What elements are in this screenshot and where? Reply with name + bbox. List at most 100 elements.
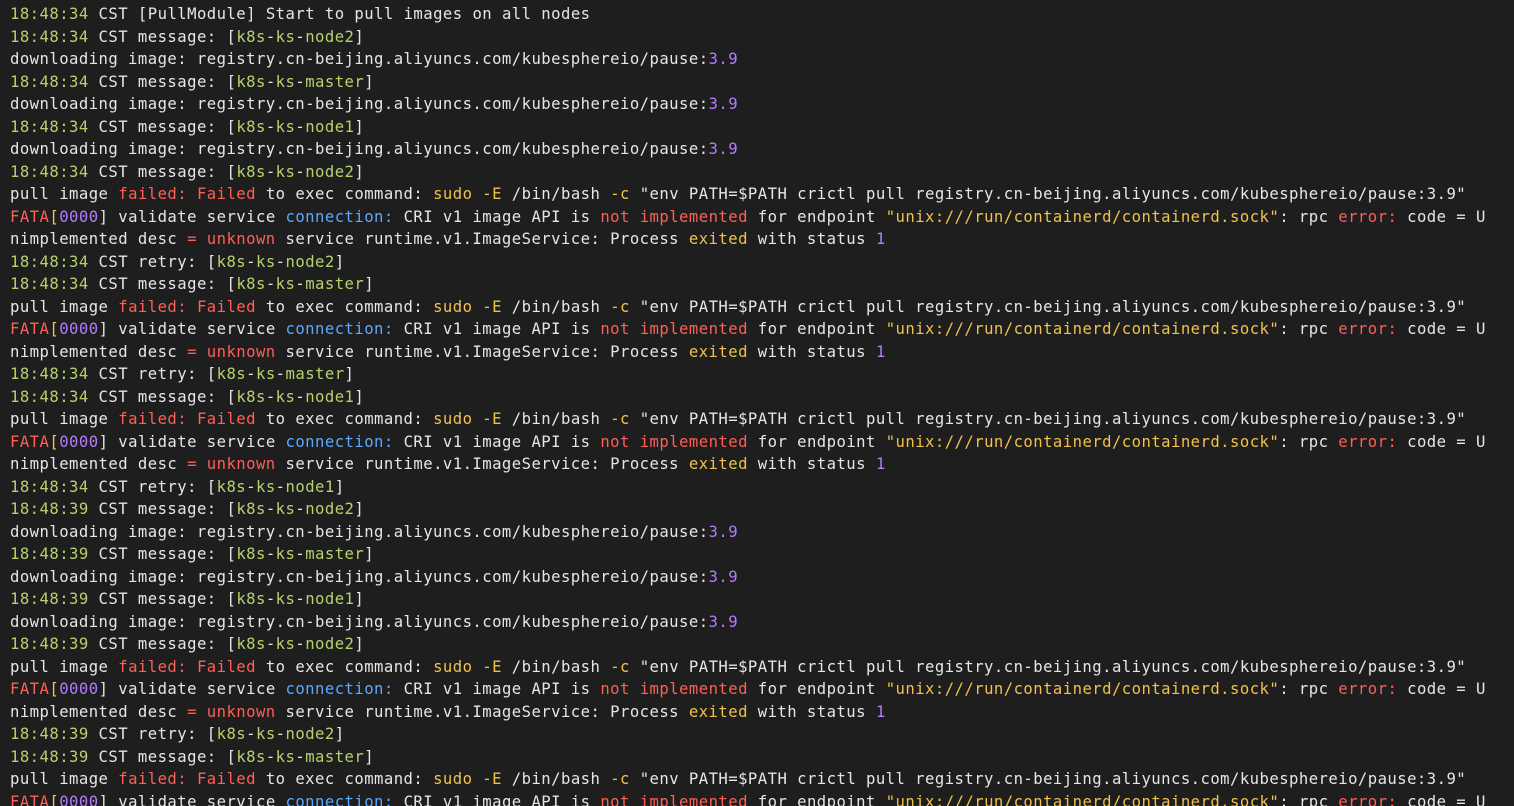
terminal-line: 18:48:34 CST retry: [k8s-ks-master] <box>10 363 1486 386</box>
terminal-text-segment: ks <box>275 275 296 293</box>
terminal-text-segment: pull image <box>10 770 119 788</box>
terminal-text-segment: ] <box>98 320 109 338</box>
terminal-text-segment: - <box>295 117 306 136</box>
terminal-text-segment: 18:48:34 <box>10 162 89 181</box>
terminal-text-segment: - <box>265 275 276 293</box>
terminal-line: nimplemented desc = unknown service runt… <box>10 453 1486 476</box>
terminal-text-segment: - <box>295 500 306 518</box>
terminal-text-segment: FATA <box>10 680 50 698</box>
terminal-text-segment: : <box>698 522 709 541</box>
terminal-text-segment: - <box>265 72 276 91</box>
terminal-text-segment: - <box>305 522 315 541</box>
terminal-text-segment: to exec command: <box>255 185 434 203</box>
terminal-text-segment: error: <box>1338 680 1398 698</box>
terminal-text-segment: -c <box>610 770 630 788</box>
terminal-text-segment: ] <box>364 72 375 91</box>
terminal-text-segment: k8s <box>216 477 247 496</box>
terminal-text-segment: 3.9 <box>708 567 739 586</box>
terminal-text-segment: [ <box>206 365 217 383</box>
terminal-text-segment: master <box>305 72 365 91</box>
terminal-text-segment: - <box>305 95 315 113</box>
terminal-text-segment: downloading image: registry.cn <box>10 140 306 158</box>
terminal-text-segment: - <box>295 387 306 406</box>
terminal-text-segment: not <box>600 320 630 338</box>
terminal-text-segment: to exec command: <box>255 410 434 428</box>
terminal-text-segment: implemented <box>639 432 748 451</box>
terminal-text-segment: = <box>187 702 197 721</box>
terminal-line: downloading image: registry.cn-beijing.a… <box>10 521 1486 544</box>
terminal-text-segment: sudo -E <box>433 657 502 676</box>
terminal-text-segment: - <box>265 117 276 136</box>
terminal-text-segment: to exec command: <box>255 657 434 676</box>
terminal-text-segment: Failed <box>196 410 256 428</box>
terminal-text-segment: CRI v1 image API is <box>393 320 601 338</box>
terminal-text-segment: 1 <box>875 702 886 721</box>
terminal-text-segment: [ <box>226 275 237 293</box>
terminal-text-segment: exited <box>688 342 748 361</box>
terminal-text-segment: [ <box>226 590 237 608</box>
terminal-text-segment: ] <box>354 500 365 518</box>
terminal-line: downloading image: registry.cn-beijing.a… <box>10 138 1486 161</box>
terminal-text-segment: CST message: <box>88 117 227 136</box>
terminal-text-segment: CST retry: <box>88 252 207 271</box>
terminal-text-segment: k8s <box>236 590 266 608</box>
terminal-text-segment: k8s <box>216 725 247 743</box>
terminal-text-segment: ks <box>275 545 296 563</box>
terminal-text-segment: - <box>295 747 306 766</box>
terminal-line: downloading image: registry.cn-beijing.a… <box>10 93 1486 116</box>
terminal-line: 18:48:34 CST message: [k8s-ks-node1] <box>10 386 1486 409</box>
terminal-text-segment: nimplemented desc <box>10 702 188 721</box>
terminal-text-segment: downloading image: registry.cn <box>10 612 306 631</box>
terminal-text-segment: k8s <box>236 27 266 46</box>
terminal-text-segment: sudo -E <box>433 770 502 788</box>
terminal-text-segment: ks <box>275 27 296 46</box>
terminal-text-segment: connection: <box>285 320 394 338</box>
terminal-text-segment: ] <box>98 792 109 806</box>
terminal-text-segment: CST message: <box>88 747 227 766</box>
terminal-text-segment: [ <box>49 432 60 451</box>
terminal-text-segment: "env PATH=$PATH crictl pull registry.cn-… <box>629 770 1467 788</box>
terminal-text-segment: node1 <box>305 387 355 406</box>
terminal-text-segment: - <box>246 725 256 743</box>
terminal-text-segment: - <box>265 747 276 766</box>
terminal-text-segment: error: <box>1338 207 1398 226</box>
terminal-text-segment: 18:48:39 <box>10 747 89 766</box>
terminal-text-segment: CST message: <box>88 590 227 608</box>
terminal-text-segment: "unix:///run/containerd/containerd.sock" <box>885 320 1280 338</box>
terminal-text-segment: not <box>600 792 630 806</box>
terminal-text-segment: ks <box>275 387 296 406</box>
terminal-text-segment: - <box>305 140 315 158</box>
terminal-text-segment: beijing.aliyuncs.com/kubesphereio/pause <box>315 95 699 113</box>
terminal-text-segment: CST message: <box>88 635 227 653</box>
terminal-text-segment: for endpoint <box>747 680 886 698</box>
terminal-text-segment: sudo -E <box>433 410 502 428</box>
terminal-text-segment: service runtime.v1.ImageService: Process <box>275 455 689 473</box>
terminal-output[interactable]: 18:48:34 CST [PullModule] Start to pull … <box>10 3 1486 806</box>
terminal-text-segment: -c <box>610 185 630 203</box>
terminal-text-segment: failed: <box>118 297 188 316</box>
terminal-window[interactable]: 18:48:34 CST [PullModule] Start to pull … <box>0 0 1514 806</box>
terminal-text-segment: not <box>600 207 630 226</box>
terminal-line: 18:48:39 CST message: [k8s-ks-master] <box>10 746 1486 769</box>
terminal-text-segment: code = U <box>1397 432 1486 451</box>
terminal-text-segment: with status <box>747 342 876 361</box>
terminal-text-segment: - <box>305 50 315 68</box>
terminal-text-segment: pull image <box>10 297 119 316</box>
terminal-line: 18:48:39 CST retry: [k8s-ks-node2] <box>10 723 1486 746</box>
terminal-line: 18:48:39 CST message: [k8s-ks-node1] <box>10 588 1486 611</box>
terminal-text-segment: CST message: <box>88 500 227 518</box>
terminal-line: 18:48:34 CST message: [k8s-ks-master] <box>10 71 1486 94</box>
terminal-text-segment: "env PATH=$PATH crictl pull registry.cn-… <box>629 410 1467 428</box>
terminal-text-segment: CST <box>88 5 138 23</box>
terminal-text-segment: 1 <box>875 342 886 361</box>
terminal-line: 18:48:34 CST retry: [k8s-ks-node2] <box>10 251 1486 274</box>
terminal-text-segment: : <box>698 567 709 586</box>
terminal-line: 18:48:34 CST retry: [k8s-ks-node1] <box>10 476 1486 499</box>
terminal-text-segment: = <box>187 230 197 248</box>
terminal-text-segment: pull image <box>10 410 119 428</box>
terminal-text-segment: 0000 <box>59 320 99 338</box>
terminal-text-segment: connection: <box>285 432 394 451</box>
terminal-text-segment: /bin/bash <box>501 770 611 788</box>
terminal-text-segment: ] <box>334 477 345 496</box>
